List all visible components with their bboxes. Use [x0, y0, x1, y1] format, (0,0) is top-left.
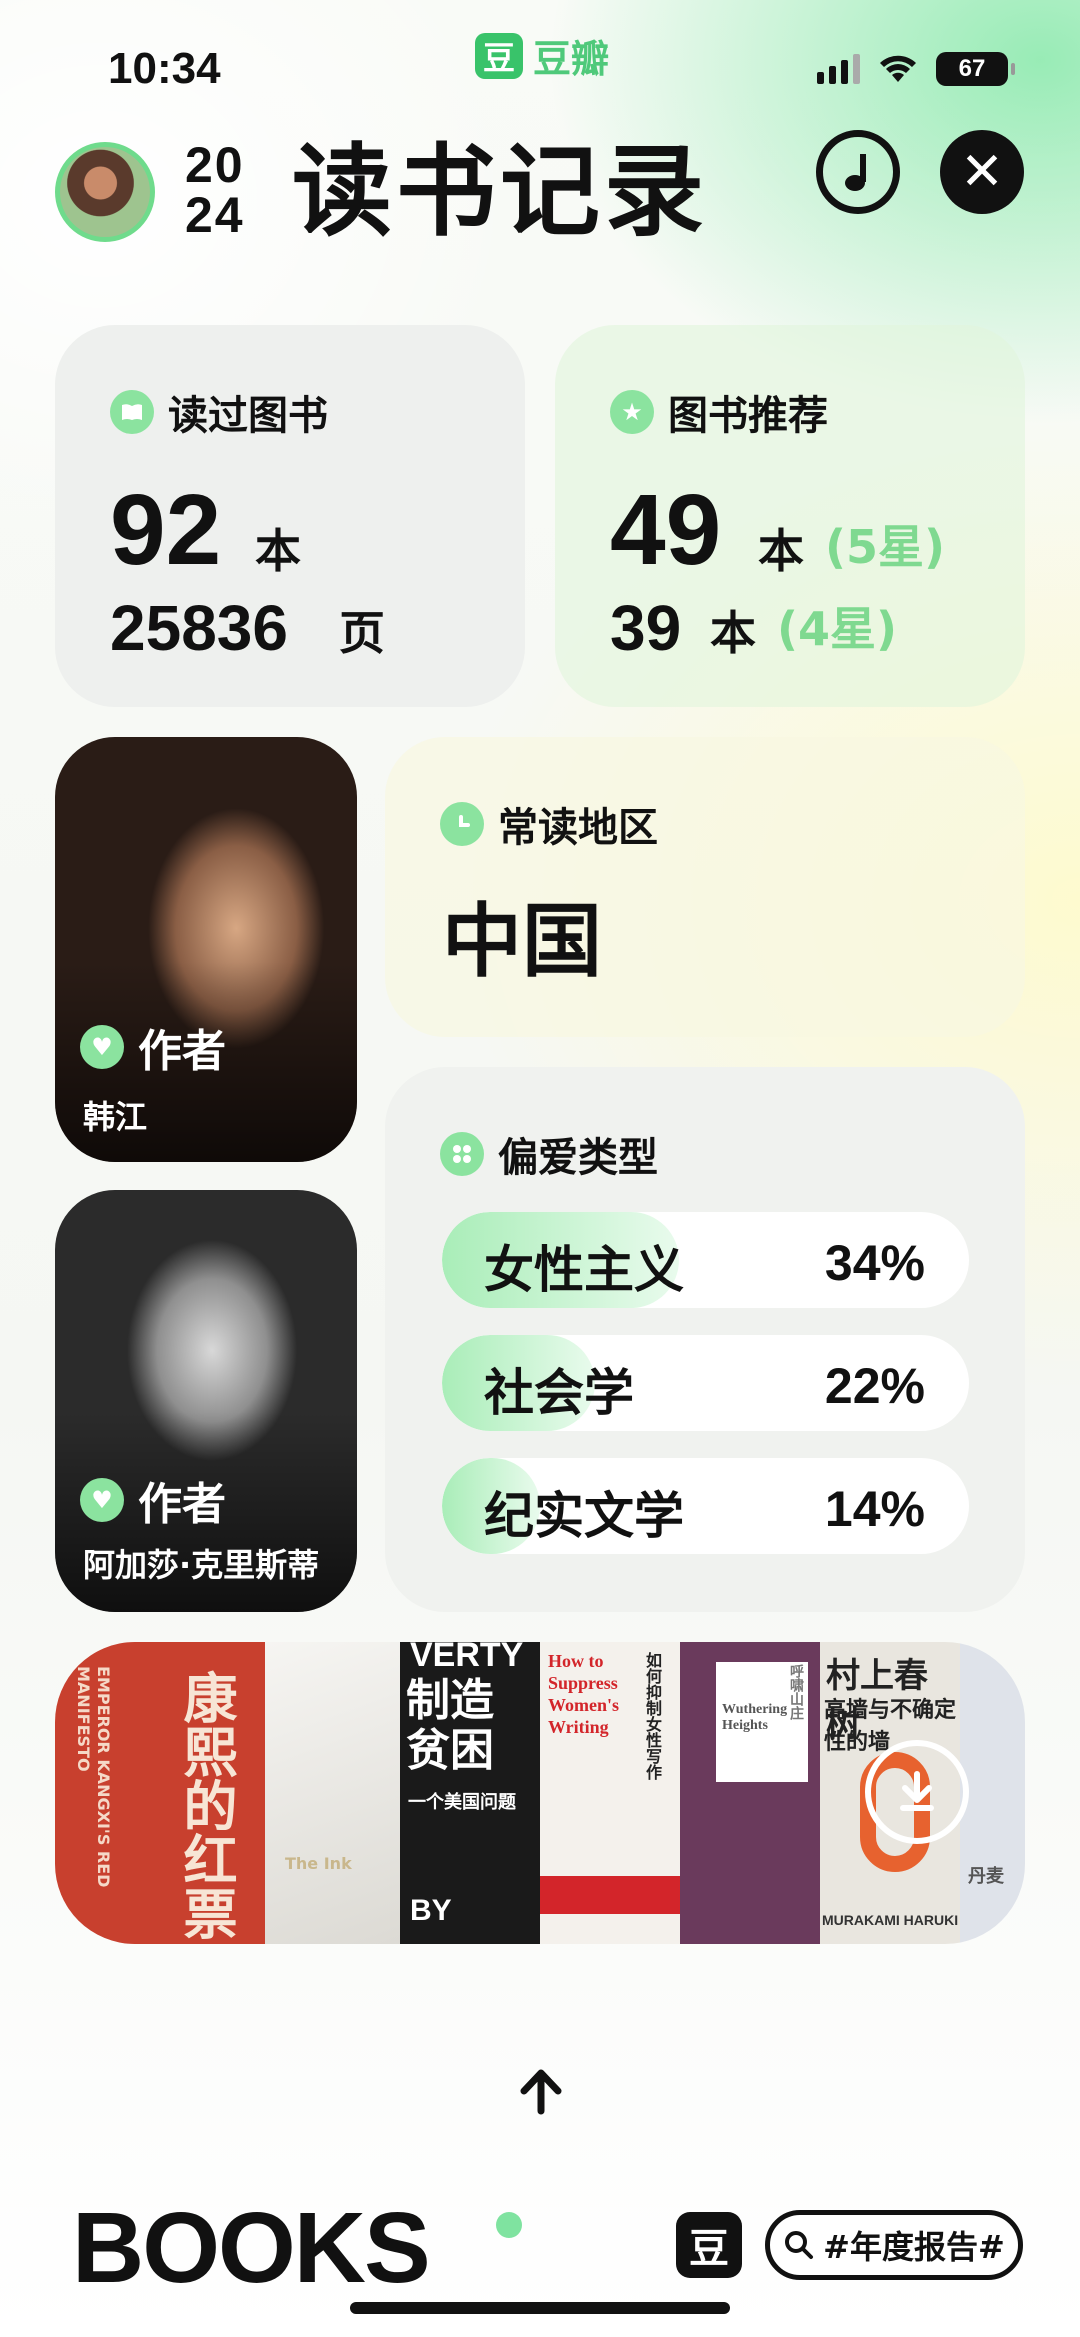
genre-row: 社会学 22%	[442, 1335, 969, 1431]
book-subtitle: 如何抑制女性写作	[643, 1652, 662, 1780]
book-title: How to Suppress Women's Writing	[548, 1651, 620, 1737]
book-cover[interactable]: Wuthering Heights 呼啸山庄	[680, 1642, 820, 1944]
author-label: 作者	[138, 1479, 226, 1530]
genre-percent: 22%	[824, 1358, 925, 1414]
four-star-count: 39	[610, 592, 682, 664]
search-icon	[785, 2231, 814, 2259]
five-star-label: (5星)	[825, 520, 946, 574]
music-button[interactable]	[816, 130, 900, 214]
book-bottom-text: BY	[410, 1894, 452, 1927]
heart-icon: ♥	[80, 1478, 124, 1522]
status-time: 10:34	[108, 44, 221, 93]
five-star-unit: 本	[758, 524, 804, 578]
genre-percent: 14%	[824, 1481, 925, 1537]
year-bottom: 24	[185, 187, 245, 243]
book-title: 康熙的红票	[174, 1670, 237, 1940]
book-top-text: VERTY	[410, 1642, 524, 1674]
book-cover[interactable]: VERTY 制造贫困 一个美国问题 BY	[400, 1642, 540, 1944]
download-icon	[900, 1771, 934, 1811]
signal-icon	[817, 54, 860, 84]
book-title: 制造贫困	[406, 1675, 494, 1776]
avatar[interactable]	[55, 142, 155, 242]
download-button[interactable]	[865, 1740, 969, 1844]
genres-card: 偏爱类型 女性主义 34% 社会学 22% 纪实文学 14%	[385, 1067, 1025, 1612]
author-name: 阿加莎·克里斯蒂	[83, 1546, 320, 1584]
brand-dot	[496, 2212, 522, 2238]
home-indicator[interactable]	[350, 2302, 730, 2314]
heart-icon: ♥	[80, 1025, 124, 1069]
status-icons: 67	[817, 52, 1015, 86]
book-title: The Ink	[285, 1854, 352, 1873]
year-label: 20 24	[185, 140, 245, 240]
hashtag-label: #年度报告#	[823, 2228, 1005, 2266]
star-icon: ★	[610, 390, 654, 434]
region-card: 常读地区 中国	[385, 737, 1025, 1037]
book-subtitle: 呼啸山庄	[788, 1664, 804, 1720]
genre-row: 女性主义 34%	[442, 1212, 969, 1308]
recommended-card: ★ 图书推荐 49 本 (5星) 39 本 (4星)	[555, 325, 1025, 707]
four-star-label: (4星)	[777, 602, 898, 656]
books-read-label: 读过图书	[168, 393, 328, 439]
close-button[interactable]: ✕	[940, 130, 1024, 214]
book-subtitle: 一个美国问题	[408, 1792, 516, 1813]
pages-read-unit: 页	[339, 606, 385, 660]
region-value: 中国	[442, 895, 602, 988]
author-label: 作者	[138, 1026, 226, 1077]
page-title: 读书记录	[292, 133, 708, 250]
five-star-count: 49	[610, 474, 722, 586]
book-cover[interactable]: How to Suppress Women's Writing 如何抑制女性写作	[540, 1642, 680, 1944]
book-cover[interactable]: EMPEROR KANGXI'S RED MANIFESTO 康熙的红票	[55, 1642, 265, 1944]
genre-name: 纪实文学	[484, 1487, 684, 1545]
scroll-up-arrow-icon[interactable]	[516, 2060, 566, 2130]
recommended-label: 图书推荐	[668, 393, 828, 439]
music-note-icon	[845, 154, 866, 191]
book-title: 丹麦	[968, 1866, 1004, 1887]
book-subtitle: EMPEROR KANGXI'S RED MANIFESTO	[74, 1666, 113, 1888]
clock-icon	[440, 802, 484, 846]
close-icon: ✕	[960, 142, 1004, 202]
hashtag-button[interactable]: #年度报告#	[765, 2210, 1023, 2280]
book-icon	[110, 390, 154, 434]
author-tag: ♥ 作者	[80, 1015, 226, 1079]
book-author: MURAKAMI HARUKI	[822, 1912, 959, 1928]
douban-button[interactable]: 豆	[676, 2212, 742, 2278]
genre-percent: 34%	[824, 1235, 925, 1291]
books-read-count-unit: 本	[255, 524, 301, 578]
book-cover[interactable]: The Ink	[265, 1642, 400, 1944]
genre-name: 社会学	[484, 1364, 634, 1422]
pages-read-count: 25836	[110, 592, 288, 664]
four-star-unit: 本	[710, 606, 756, 660]
douban-logo: 豆 豆瓣	[475, 28, 609, 83]
region-label: 常读地区	[498, 805, 658, 851]
author-card-2[interactable]: ♥ 作者 阿加莎·克里斯蒂	[55, 1190, 357, 1612]
genres-label: 偏爱类型	[498, 1135, 658, 1181]
grid-icon	[440, 1132, 484, 1176]
books-read-count: 92	[110, 474, 222, 586]
books-brand: BOOKS	[72, 2192, 431, 2304]
author-tag: ♥ 作者	[80, 1468, 226, 1532]
genre-name: 女性主义	[484, 1241, 684, 1299]
battery-icon: 67	[936, 52, 1015, 86]
douban-logo-text: 豆瓣	[533, 37, 610, 81]
author-name: 韩江	[83, 1098, 148, 1136]
douban-logo-icon: 豆	[475, 32, 523, 79]
books-read-card: 读过图书 92 本 25836 页	[55, 325, 525, 707]
author-card-1[interactable]: ♥ 作者 韩江	[55, 737, 357, 1162]
wifi-icon	[880, 55, 916, 82]
genre-row: 纪实文学 14%	[442, 1458, 969, 1554]
year-top: 20	[185, 137, 245, 193]
battery-level: 67	[958, 55, 986, 82]
book-cover[interactable]: 丹麦	[960, 1642, 1025, 1944]
